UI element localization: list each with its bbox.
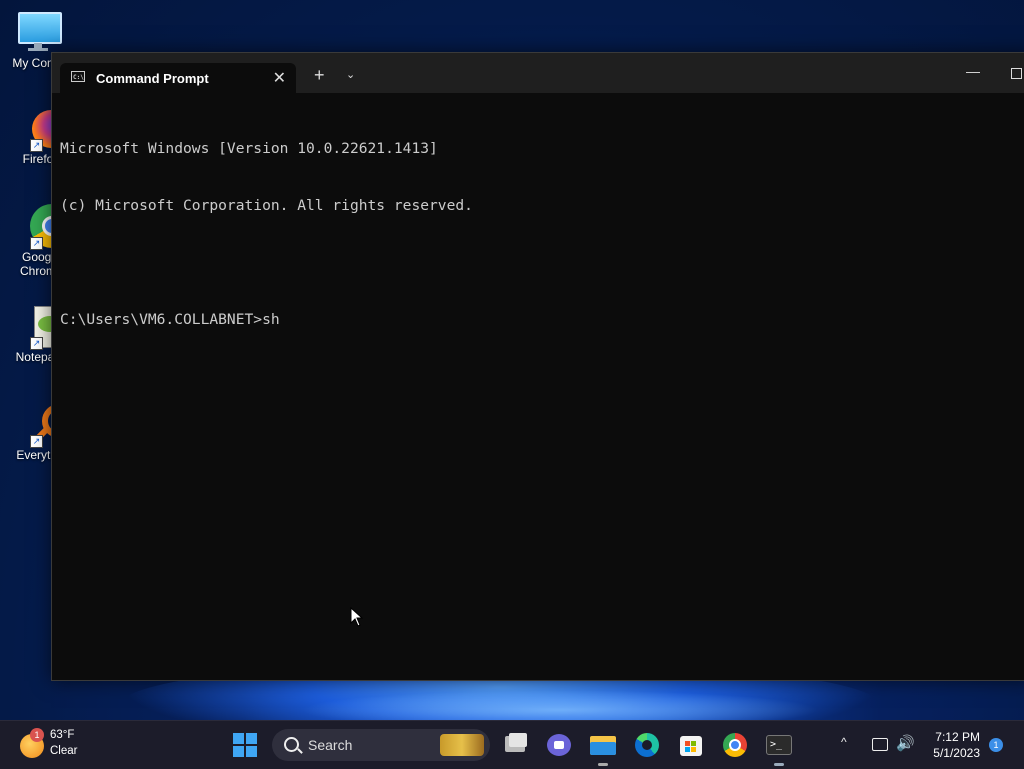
console-line: (c) Microsoft Corporation. All rights re… xyxy=(60,197,473,214)
terminal-icon[interactable]: >_ xyxy=(765,731,793,766)
shortcut-arrow-icon: ↗ xyxy=(30,435,43,448)
chevron-up-icon[interactable]: ^ xyxy=(841,735,847,749)
shortcut-arrow-icon: ↗ xyxy=(30,237,43,250)
clock-date: 5/1/2023 xyxy=(933,746,980,760)
search-label: Search xyxy=(308,737,353,753)
weather-badge: 1 xyxy=(30,728,44,742)
taskbar: 1 63°F Clear Search >_ ^ 🔊 7:12 PM 5/1/2… xyxy=(0,720,1024,769)
start-button[interactable] xyxy=(233,733,258,758)
notification-badge[interactable]: 1 xyxy=(989,738,1003,752)
chrome-taskbar-icon[interactable] xyxy=(721,731,749,759)
weather-condition: Clear xyxy=(50,745,78,757)
close-tab-icon[interactable]: ✕ xyxy=(273,68,286,88)
tab-title: Command Prompt xyxy=(96,71,209,86)
taskbar-search[interactable]: Search xyxy=(272,729,490,761)
command-prompt-window: C:\ Command Prompt ✕ + ⌄ — Microsoft Win… xyxy=(51,52,1024,681)
microsoft-store-icon[interactable] xyxy=(677,731,705,759)
search-highlight-icon xyxy=(440,734,484,756)
chevron-down-icon[interactable]: ⌄ xyxy=(346,68,355,81)
weather-widget[interactable]: 1 63°F Clear xyxy=(18,728,88,762)
system-clock[interactable]: 7:12 PM 5/1/2023 xyxy=(924,729,980,761)
minimize-button[interactable]: — xyxy=(966,63,980,79)
console-output[interactable]: Microsoft Windows [Version 10.0.22621.14… xyxy=(60,101,1022,670)
tab-command-prompt[interactable]: C:\ Command Prompt ✕ xyxy=(60,63,296,93)
console-line: Microsoft Windows [Version 10.0.22621.14… xyxy=(60,140,438,157)
title-bar[interactable]: C:\ Command Prompt ✕ + ⌄ — xyxy=(52,53,1024,93)
file-explorer-icon[interactable] xyxy=(589,731,617,766)
console-prompt-line: C:\Users\VM6.COLLABNET>sh xyxy=(60,311,280,328)
monitor-icon xyxy=(16,10,62,54)
edge-icon[interactable] xyxy=(633,731,661,759)
new-tab-button[interactable]: + xyxy=(314,65,325,86)
task-view-button[interactable] xyxy=(502,731,530,759)
windows-logo-icon xyxy=(233,733,244,744)
weather-temperature: 63°F xyxy=(50,729,75,741)
teams-chat-icon[interactable] xyxy=(545,731,573,759)
search-icon xyxy=(284,737,299,752)
clock-time: 7:12 PM xyxy=(935,730,980,744)
shortcut-arrow-icon: ↗ xyxy=(30,337,43,350)
maximize-button[interactable] xyxy=(1011,68,1022,79)
volume-icon[interactable]: 🔊 xyxy=(896,734,915,752)
shortcut-arrow-icon: ↗ xyxy=(30,139,43,152)
cmd-icon: C:\ xyxy=(71,71,85,82)
network-icon[interactable] xyxy=(872,738,888,751)
